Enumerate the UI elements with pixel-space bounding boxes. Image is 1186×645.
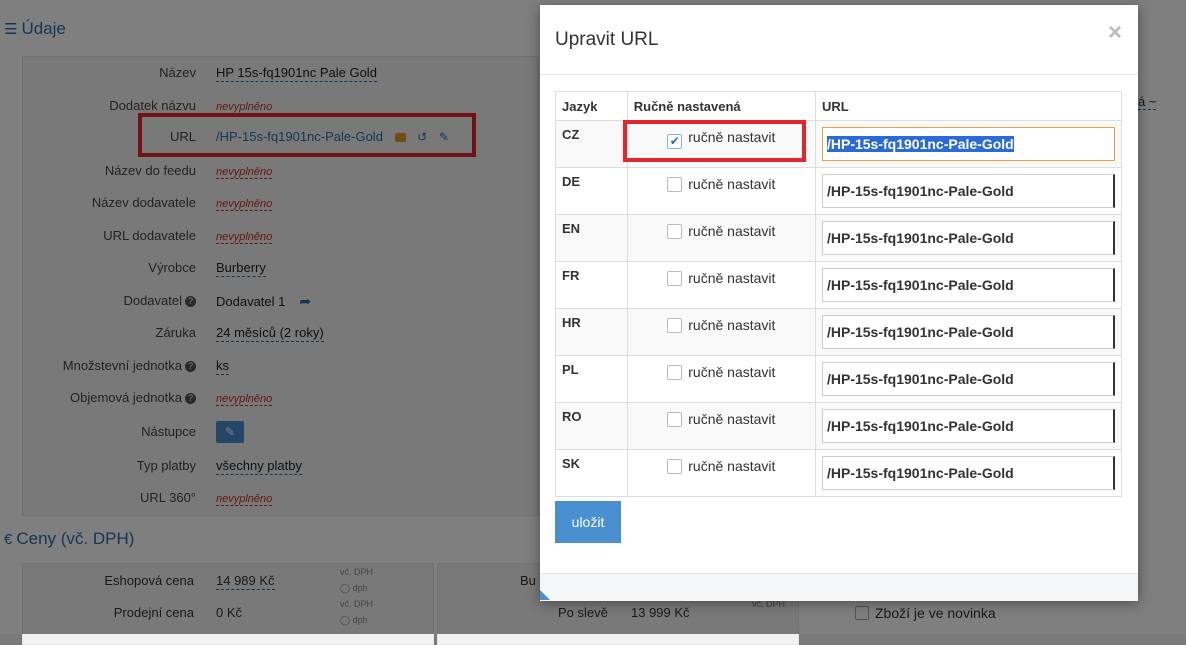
checkbox-highlight-box	[623, 120, 806, 162]
table-row: DE ručně nastavit /HP-15s-fq1901nc-Pale-…	[555, 167, 1123, 215]
url-cell: /HP-15s-fq1901nc-Pale-Gold	[814, 167, 1123, 215]
upravit-url-modal: Upravit URL × Jazyk Ručně nastavená URL …	[540, 5, 1138, 601]
manual-cell: ručně nastavit	[626, 355, 816, 403]
manual-checkbox-label[interactable]: ručně nastavit	[634, 174, 809, 192]
header-rucne: Ručně nastavená	[626, 91, 816, 121]
table-header-row: Jazyk Ručně nastavená URL	[555, 91, 1123, 121]
table-row: SK ručně nastavit /HP-15s-fq1901nc-Pale-…	[555, 449, 1123, 497]
checkbox[interactable]	[667, 318, 683, 333]
url-input[interactable]: /HP-15s-fq1901nc-Pale-Gold	[821, 127, 1115, 161]
url-cell: /HP-15s-fq1901nc-Pale-Gold	[814, 120, 1123, 168]
manual-checkbox-label[interactable]: ručně nastavit	[634, 456, 809, 474]
manual-cell: ručně nastavit	[626, 449, 816, 497]
checkbox[interactable]	[667, 224, 683, 239]
url-cell: /HP-15s-fq1901nc-Pale-Gold	[814, 402, 1123, 450]
lang-cell: RO	[555, 402, 628, 450]
url-input[interactable]: /HP-15s-fq1901nc-Pale-Gold	[821, 221, 1115, 255]
table-row: RO ručně nastavit /HP-15s-fq1901nc-Pale-…	[555, 402, 1123, 450]
url-cell: /HP-15s-fq1901nc-Pale-Gold	[814, 449, 1123, 497]
table-row: EN ručně nastavit /HP-15s-fq1901nc-Pale-…	[555, 214, 1123, 262]
url-cell: /HP-15s-fq1901nc-Pale-Gold	[814, 308, 1123, 356]
table-row: HR ručně nastavit /HP-15s-fq1901nc-Pale-…	[555, 308, 1123, 356]
save-button[interactable]: uložit	[555, 501, 621, 543]
checkbox[interactable]	[667, 271, 683, 286]
lang-cell: HR	[555, 308, 628, 356]
manual-checkbox-label[interactable]: ručně nastavit	[634, 362, 809, 380]
lang-cell: SK	[555, 449, 628, 497]
manual-checkbox-label[interactable]: ručně nastavit	[634, 315, 809, 333]
url-input[interactable]: /HP-15s-fq1901nc-Pale-Gold	[821, 315, 1115, 349]
url-cell: /HP-15s-fq1901nc-Pale-Gold	[814, 261, 1123, 309]
checkbox[interactable]	[667, 412, 683, 427]
manual-cell: ručně nastavit	[626, 402, 816, 450]
header-jazyk: Jazyk	[555, 91, 628, 121]
manual-checkbox-label[interactable]: ručně nastavit	[634, 268, 809, 286]
manual-checkbox-label[interactable]: ručně nastavit	[634, 409, 809, 427]
table-row: PL ručně nastavit /HP-15s-fq1901nc-Pale-…	[555, 355, 1123, 403]
manual-cell: ručně nastavit	[626, 261, 816, 309]
modal-footer	[540, 573, 1138, 601]
lang-cell: CZ	[555, 120, 628, 168]
url-input[interactable]: /HP-15s-fq1901nc-Pale-Gold	[821, 362, 1115, 396]
table-row: FR ručně nastavit /HP-15s-fq1901nc-Pale-…	[555, 261, 1123, 309]
close-icon[interactable]: ×	[1108, 19, 1122, 47]
manual-cell: ručně nastavit	[626, 308, 816, 356]
url-input[interactable]: /HP-15s-fq1901nc-Pale-Gold	[821, 268, 1115, 302]
lang-cell: EN	[555, 214, 628, 262]
url-cell: /HP-15s-fq1901nc-Pale-Gold	[814, 214, 1123, 262]
manual-cell: ručně nastavit	[626, 214, 816, 262]
lang-cell: DE	[555, 167, 628, 215]
modal-title: Upravit URL	[555, 29, 659, 50]
checkbox[interactable]	[667, 365, 683, 380]
checkbox[interactable]	[667, 177, 683, 192]
url-input[interactable]: /HP-15s-fq1901nc-Pale-Gold	[821, 456, 1115, 490]
manual-checkbox-label[interactable]: ručně nastavit	[634, 221, 809, 239]
lang-cell: FR	[555, 261, 628, 309]
manual-cell: ručně nastavit	[626, 167, 816, 215]
resize-corner-icon	[540, 590, 550, 600]
checkbox[interactable]	[667, 459, 683, 474]
url-cell: /HP-15s-fq1901nc-Pale-Gold	[814, 355, 1123, 403]
modal-divider	[540, 74, 1138, 75]
url-input[interactable]: /HP-15s-fq1901nc-Pale-Gold	[821, 174, 1115, 208]
lang-cell: PL	[555, 355, 628, 403]
header-url: URL	[814, 91, 1123, 121]
url-input[interactable]: /HP-15s-fq1901nc-Pale-Gold	[821, 409, 1115, 443]
